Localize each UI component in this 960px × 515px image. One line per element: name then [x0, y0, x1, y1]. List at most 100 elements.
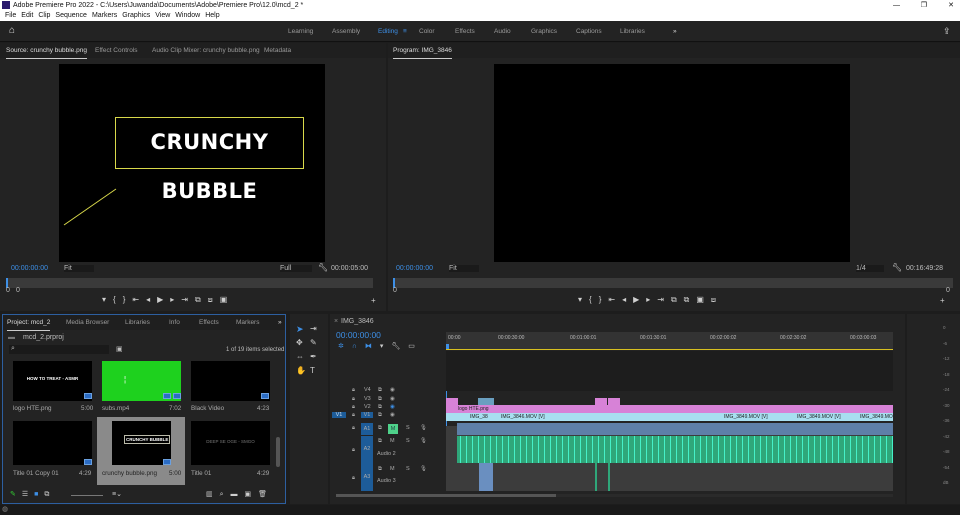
workspace-learning[interactable]: Learning — [288, 21, 313, 42]
mute-button[interactable]: M — [388, 424, 398, 434]
mute-button[interactable]: M — [390, 466, 395, 472]
close-button[interactable]: ✕ — [948, 0, 954, 11]
menu-markers[interactable]: Markers — [92, 12, 117, 19]
tab-effects[interactable]: Effects — [199, 315, 219, 330]
audio-clip-a2[interactable] — [457, 436, 893, 463]
search-icon: ⌕ — [11, 345, 15, 352]
workspace-color[interactable]: Color — [419, 21, 435, 42]
tab-effect-controls[interactable]: Effect Controls — [95, 43, 138, 58]
timeline-timecode[interactable]: 00:00:00:00 — [336, 330, 381, 340]
workspace-assembly[interactable]: Assembly — [332, 21, 360, 42]
project-footer-actions[interactable]: ▥⌕▬▣🗑︎ — [206, 490, 274, 499]
workspace-editing[interactable]: Editing — [378, 21, 398, 42]
timeline-scrollbar[interactable] — [336, 494, 893, 497]
timeline-tools[interactable]: ✲∩⧓▾🔧︎▭ — [338, 342, 423, 350]
tab-source[interactable]: Source: crunchy bubble.png — [6, 43, 87, 59]
more-tabs-icon[interactable]: » — [278, 315, 282, 330]
audio-clip-a3[interactable] — [595, 463, 597, 491]
program-video-frame — [494, 64, 850, 262]
tab-program[interactable]: Program: IMG_3846 — [393, 43, 452, 59]
thumbnail-title-01[interactable]: DEEP SE OGE - SMGO — [191, 421, 270, 465]
home-icon[interactable]: ⌂ — [9, 25, 15, 36]
tab-metadata[interactable]: Metadata — [264, 43, 291, 58]
menu-graphics[interactable]: Graphics — [122, 12, 150, 19]
item-name[interactable]: logo HTE.png — [13, 405, 52, 412]
menu-edit[interactable]: Edit — [21, 12, 33, 19]
menu-help[interactable]: Help — [205, 12, 219, 19]
item-name[interactable]: Black Video — [191, 405, 224, 412]
tab-project[interactable]: Project: mcd_2 — [7, 315, 51, 331]
share-icon[interactable]: ⇪ — [943, 21, 951, 42]
audio-clip-a1[interactable] — [457, 423, 893, 435]
tab-sequence[interactable]: IMG_3846 — [341, 318, 374, 325]
tab-libraries[interactable]: Libraries — [125, 315, 150, 330]
clip-img-3849[interactable]: IMG_3849.MOV [V] — [785, 413, 845, 421]
sort-icon[interactable]: ≡⌄ — [112, 490, 122, 498]
workspace-audio[interactable]: Audio — [494, 21, 511, 42]
eye-icon[interactable]: ◉ — [390, 396, 395, 402]
thumbnail-logo-hte[interactable]: HOW TO TREAT - ASMR — [13, 361, 92, 401]
project-footer-tools[interactable]: ✎☰■⧉ — [10, 490, 55, 499]
audio-clip-a3[interactable] — [479, 463, 493, 491]
eye-icon[interactable]: ◉ — [390, 387, 395, 393]
workspace-effects[interactable]: Effects — [455, 21, 475, 42]
program-fit-dropdown[interactable]: Fit — [449, 265, 479, 272]
add-button[interactable]: + — [940, 296, 945, 305]
tab-info[interactable]: Info — [169, 315, 180, 330]
clip-img-3849[interactable]: IMG_3849.MO — [848, 413, 893, 421]
eye-icon[interactable]: ◉ — [390, 404, 395, 410]
workspace-libraries[interactable]: Libraries — [620, 21, 645, 42]
maximize-button[interactable]: ❐ — [921, 0, 927, 11]
thumbnail-title-01-copy[interactable] — [13, 421, 92, 465]
program-scrubber[interactable] — [393, 278, 953, 288]
solo-button[interactable]: S — [406, 425, 410, 431]
workspace-graphics[interactable]: Graphics — [531, 21, 557, 42]
new-bin-icon[interactable]: ▣ — [116, 345, 123, 353]
solo-button[interactable]: S — [406, 466, 410, 472]
track-target-v1[interactable]: V1 — [361, 412, 373, 418]
thumbnail-black-video[interactable] — [191, 361, 270, 401]
clip-img-3849[interactable]: IMG_3849.MOV [V] — [712, 413, 782, 421]
clip-img-3846[interactable]: IMG_3846.MOV [V] — [489, 413, 579, 421]
audio-clip-a3[interactable] — [608, 463, 610, 491]
menu-file[interactable]: File — [5, 12, 16, 19]
mic-icon[interactable]: 🎙︎ — [420, 425, 427, 431]
tab-media-browser[interactable]: Media Browser — [66, 315, 109, 330]
menu-window[interactable]: Window — [175, 12, 200, 19]
source-fit-dropdown[interactable]: Fit — [64, 265, 94, 272]
minimize-button[interactable]: — — [893, 0, 900, 11]
tools-grid-left[interactable]: ✥ ⇔ ✋ — [296, 336, 306, 378]
project-search-input[interactable]: ⌕ — [9, 345, 109, 354]
program-quality-dropdown[interactable]: 1/4 — [856, 265, 884, 272]
mute-button[interactable]: M — [390, 438, 395, 444]
wrench-icon[interactable]: 🔧︎ — [318, 263, 328, 272]
workspace-captions[interactable]: Captions — [576, 21, 602, 42]
menu-sequence[interactable]: Sequence — [55, 12, 87, 19]
wrench-icon[interactable]: 🔧︎ — [892, 263, 902, 272]
item-name[interactable]: Title 01 Copy 01 — [13, 470, 59, 477]
source-patch-v1[interactable]: V1 — [332, 412, 346, 418]
program-timecode[interactable]: 00:00:00:00 — [396, 265, 433, 272]
solo-button[interactable]: S — [406, 438, 410, 444]
playhead[interactable] — [446, 344, 449, 349]
menu-clip[interactable]: Clip — [38, 12, 50, 19]
add-button[interactable]: + — [371, 296, 376, 305]
tab-audio-clip-mixer[interactable]: Audio Clip Mixer: crunchy bubble.png — [152, 43, 260, 58]
tab-markers[interactable]: Markers — [236, 315, 259, 330]
zoom-slider[interactable] — [71, 495, 103, 496]
clip-logo-hte[interactable]: logo HTE.png — [446, 405, 893, 413]
source-scrubber[interactable] — [6, 278, 373, 288]
source-quality-dropdown[interactable]: Full — [280, 265, 312, 272]
item-name[interactable]: Title 01 — [191, 470, 211, 477]
menu-view[interactable]: View — [155, 12, 170, 19]
timeline-ruler[interactable]: 00:00 00:00:30:00 00:01:00:01 00:01:30:0… — [446, 332, 893, 350]
item-name[interactable]: subs.mp4 — [102, 405, 129, 412]
source-transport-controls[interactable]: ▾{}⇤◂▶▸⇥⧉⧈▣ — [102, 295, 234, 305]
workspace-menu-icon[interactable]: ≡ — [403, 21, 407, 42]
item-name[interactable]: crunchy bubble.png — [102, 470, 157, 477]
program-transport-controls[interactable]: ▾{}⇤◂▶▸⇥⧉⧉▣⧈ — [578, 295, 723, 305]
more-workspaces-icon[interactable]: » — [673, 21, 677, 42]
project-scrollbar[interactable] — [276, 437, 280, 467]
eye-icon[interactable]: ◉ — [390, 412, 395, 418]
source-timecode[interactable]: 00:00:00:00 — [11, 265, 48, 272]
